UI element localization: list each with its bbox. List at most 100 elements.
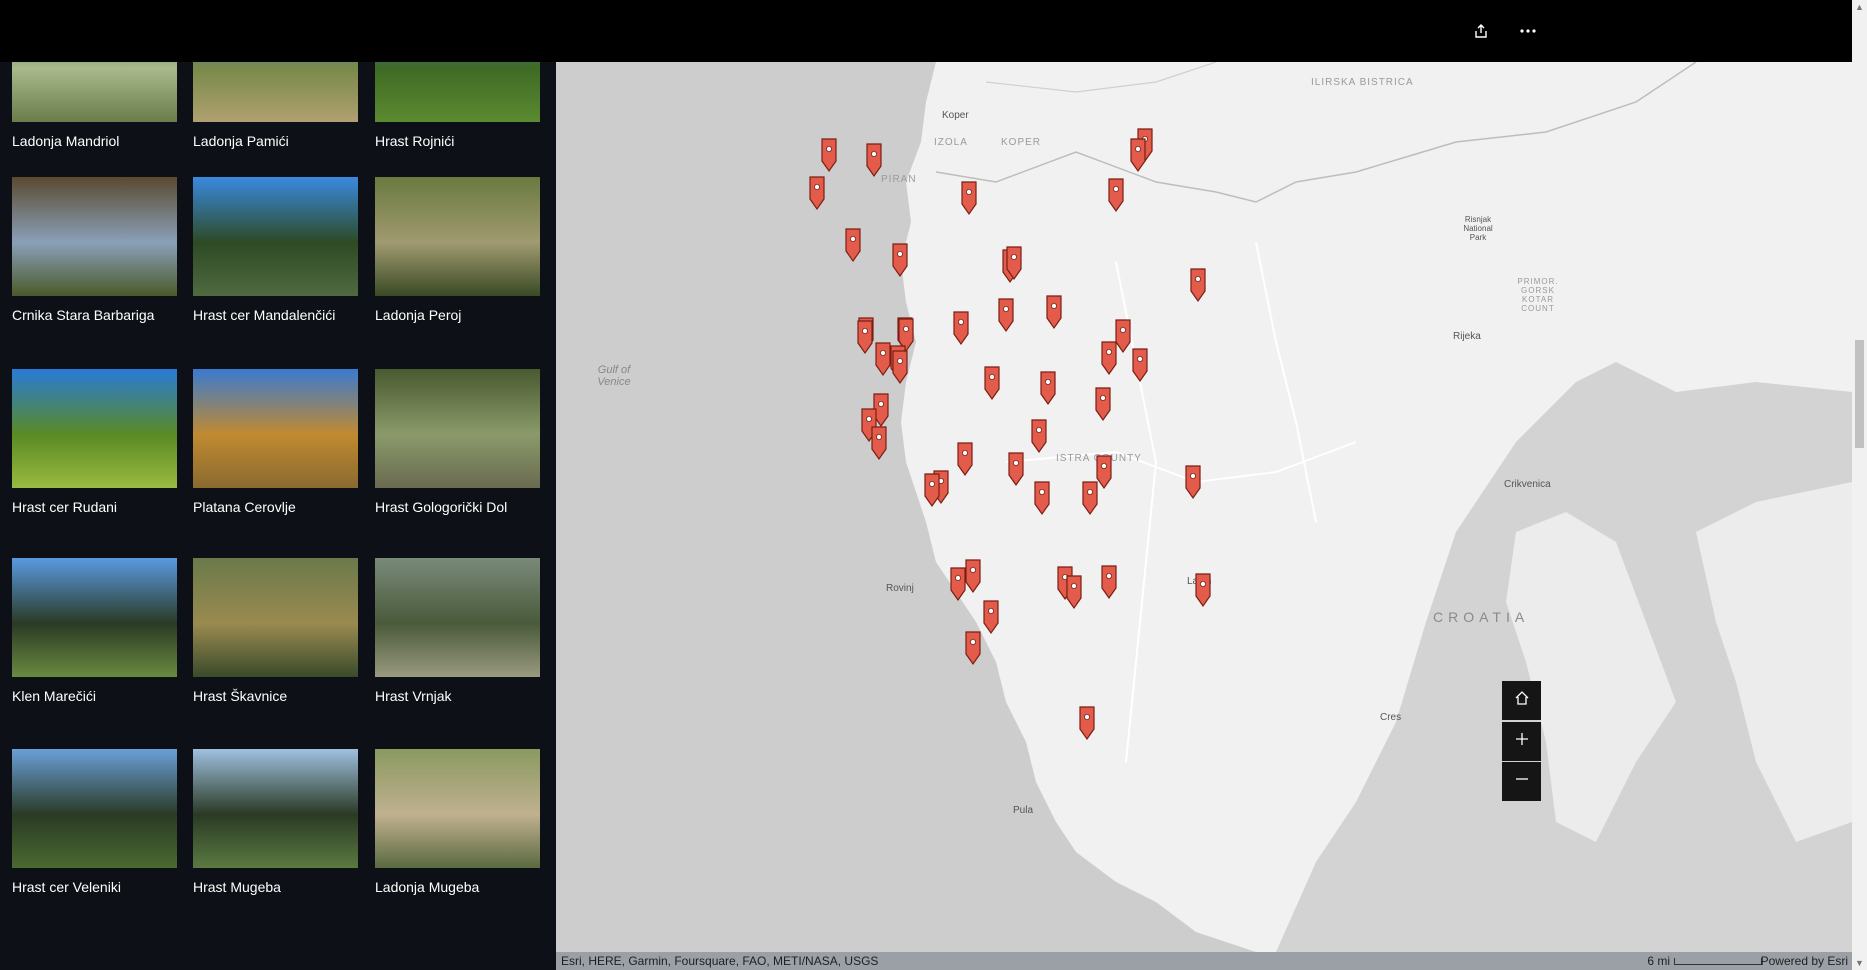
share-icon[interactable] [1466, 16, 1496, 46]
tree-thumbnail[interactable] [193, 177, 358, 296]
tree-location-marker[interactable] [870, 425, 888, 461]
page-scrollbar[interactable]: ▲ ▼ [1852, 0, 1867, 970]
tree-thumbnail[interactable] [12, 177, 177, 296]
tree-location-marker[interactable] [1184, 464, 1202, 500]
tree-location-marker[interactable] [1131, 347, 1149, 383]
tree-location-marker[interactable] [1100, 340, 1118, 376]
gallery-card[interactable]: Hrast Vrnjak [375, 558, 540, 704]
tree-location-marker[interactable] [865, 142, 883, 178]
tree-thumbnail[interactable] [12, 369, 177, 488]
tree-thumbnail[interactable] [375, 749, 540, 868]
tree-location-marker[interactable] [1078, 705, 1096, 741]
tree-location-marker[interactable] [983, 365, 1001, 401]
scroll-up-arrow-icon[interactable]: ▲ [1855, 2, 1864, 12]
tree-location-marker[interactable] [982, 599, 1000, 635]
tree-name: Hrast Gologorički Dol [375, 499, 508, 515]
tree-name: Ladonja Mandriol [12, 133, 120, 149]
gallery-card[interactable]: Hrast cer Veleniki [12, 749, 177, 895]
map-place-label: Koper [942, 110, 969, 121]
tree-thumbnail[interactable] [375, 62, 540, 122]
tree-thumbnail[interactable] [375, 177, 540, 296]
tree-location-marker[interactable] [891, 349, 909, 385]
map-place-label: Crikvenica [1504, 479, 1551, 490]
tree-location-marker[interactable] [952, 310, 970, 346]
tree-location-marker[interactable] [956, 441, 974, 477]
gallery-card[interactable]: Ladonja Mandriol [12, 62, 177, 149]
tree-thumbnail[interactable] [193, 558, 358, 677]
zoom-in-button[interactable] [1502, 722, 1541, 761]
tree-thumbnail[interactable] [12, 62, 177, 122]
tree-location-marker[interactable] [960, 180, 978, 216]
map-place-label: PIRAN [881, 174, 917, 185]
tree-name: Hrast Vrnjak [375, 688, 452, 704]
tree-location-marker[interactable] [856, 319, 874, 355]
tree-location-marker[interactable] [1194, 572, 1212, 608]
tree-name: Ladonja Peroj [375, 307, 462, 323]
map-place-label: Gulf of Venice [597, 364, 631, 388]
tree-location-marker[interactable] [1033, 480, 1051, 516]
tree-thumbnail[interactable] [375, 558, 540, 677]
gallery-card[interactable]: Hrast cer Rudani [12, 369, 177, 515]
gallery-card[interactable]: Hrast Rojnići [375, 62, 540, 149]
tree-location-marker[interactable] [964, 630, 982, 666]
tree-location-marker[interactable] [1005, 245, 1023, 281]
tree-thumbnail[interactable] [375, 369, 540, 488]
tree-name: Hrast Škavnice [193, 688, 288, 704]
tree-name: Crnika Stara Barbariga [12, 307, 155, 323]
tree-location-marker[interactable] [808, 175, 826, 211]
tree-location-marker[interactable] [1081, 480, 1099, 516]
tree-thumbnail[interactable] [193, 62, 358, 122]
tree-thumbnail[interactable] [12, 749, 177, 868]
tree-thumbnail[interactable] [12, 558, 177, 677]
tree-location-marker[interactable] [1045, 294, 1063, 330]
zoom-out-button[interactable] [1502, 762, 1541, 801]
map-place-label: PRIMOR. GORSK KOTAR COUNT [1517, 277, 1559, 313]
tree-location-marker[interactable] [844, 227, 862, 263]
map-place-label: Risnjak National Park [1463, 215, 1493, 242]
attribution-text: Esri, HERE, Garmin, Foursquare, FAO, MET… [561, 954, 879, 968]
gallery-card[interactable]: Hrast Škavnice [193, 558, 358, 704]
map-place-label: KOPER [1001, 137, 1042, 148]
tree-location-marker[interactable] [1030, 418, 1048, 454]
tree-location-marker[interactable] [1100, 564, 1118, 600]
gallery-card[interactable]: Klen Marečići [12, 558, 177, 704]
gallery-card[interactable]: Ladonja Peroj [375, 177, 540, 323]
tree-location-marker[interactable] [1039, 370, 1057, 406]
map-attribution-bar: Esri, HERE, Garmin, Foursquare, FAO, MET… [556, 952, 1852, 970]
gallery-card[interactable]: Platana Cerovlje [193, 369, 358, 515]
gallery-card[interactable]: Ladonja Mugeba [375, 749, 540, 895]
map-view[interactable]: Koper IZOLA KOPER PIRAN ILIRSKA BISTRICA Risn… [556, 62, 1852, 952]
zoom-out-icon [1514, 771, 1530, 792]
tree-name: Hrast Mugeba [193, 879, 281, 895]
tree-location-marker[interactable] [997, 297, 1015, 333]
tree-location-marker[interactable] [923, 472, 941, 508]
tree-location-marker[interactable] [891, 242, 909, 278]
powered-by-esri[interactable]: Powered by Esri [1761, 952, 1848, 970]
scroll-down-arrow-icon[interactable]: ▼ [1855, 958, 1864, 968]
gallery-card[interactable]: Hrast Mugeba [193, 749, 358, 895]
map-place-label: Pula [1013, 805, 1034, 816]
tree-location-marker[interactable] [1189, 267, 1207, 303]
tree-location-marker[interactable] [1129, 137, 1147, 173]
tree-name: Platana Cerovlje [193, 499, 296, 515]
tree-thumbnail[interactable] [193, 369, 358, 488]
tree-location-marker[interactable] [1065, 574, 1083, 610]
tree-location-marker[interactable] [949, 566, 967, 602]
map-place-label: Rovinj [886, 583, 914, 594]
tree-name: Hrast cer Veleniki [12, 879, 121, 895]
scrollbar-thumb[interactable] [1855, 340, 1864, 448]
map-place-label: Cres [1380, 712, 1402, 723]
gallery-card[interactable]: Hrast Gologorički Dol [375, 369, 540, 515]
tree-name: Ladonja Mugeba [375, 879, 480, 895]
tree-thumbnail[interactable] [193, 749, 358, 868]
tree-location-marker[interactable] [820, 137, 838, 173]
tree-location-marker[interactable] [1007, 451, 1025, 487]
home-button[interactable] [1502, 681, 1541, 720]
tree-location-marker[interactable] [1107, 177, 1125, 213]
gallery-card[interactable]: Ladonja Pamići [193, 62, 358, 149]
more-options-icon[interactable] [1513, 16, 1543, 46]
gallery-card[interactable]: Hrast cer Mandalenčići [193, 177, 358, 323]
gallery-card[interactable]: Crnika Stara Barbariga [12, 177, 177, 323]
map-place-label: CROATIA [1433, 609, 1530, 625]
tree-location-marker[interactable] [1094, 386, 1112, 422]
